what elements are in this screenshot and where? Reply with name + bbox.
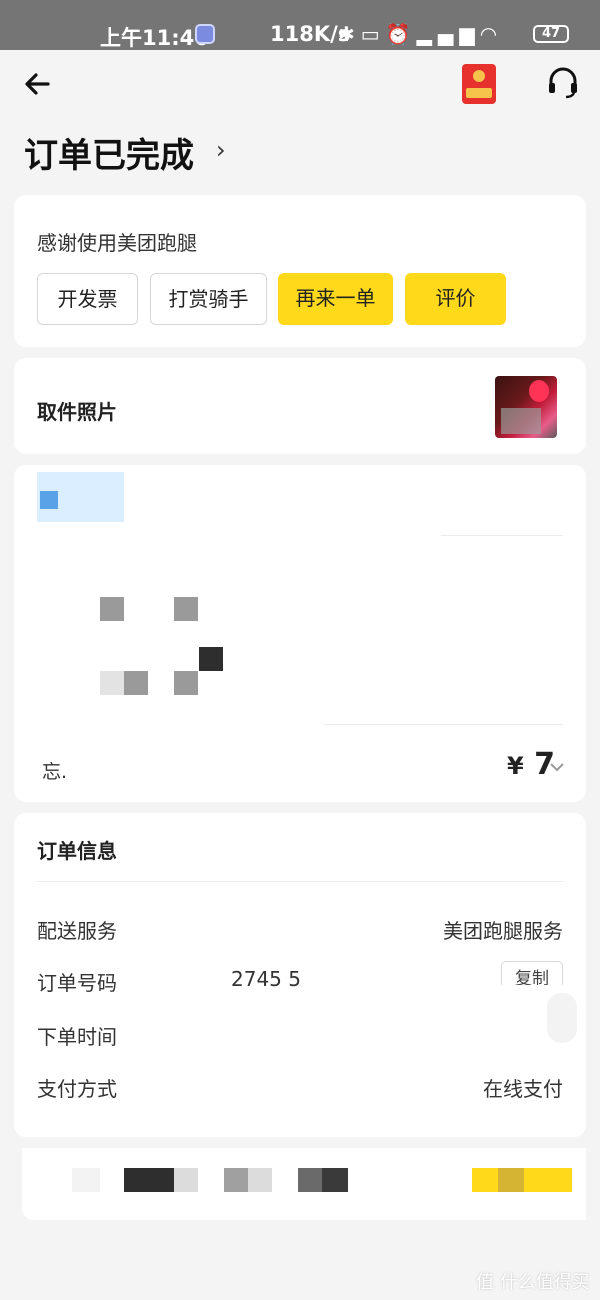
bottom-action-bar xyxy=(22,1148,586,1220)
obscured-region xyxy=(322,1168,348,1192)
order-number-label: 订单号码 xyxy=(37,971,117,995)
obscured-region xyxy=(298,1168,322,1192)
obscured-region xyxy=(248,1168,272,1192)
obscured-region xyxy=(174,1168,198,1192)
red-packet-icon[interactable] xyxy=(462,64,496,104)
payment-method-label: 支付方式 xyxy=(37,1077,117,1101)
battery-icon: 47 xyxy=(533,25,569,43)
delivery-service-label: 配送服务 xyxy=(37,919,117,943)
obscured-region xyxy=(199,647,223,671)
bluetooth-icon: ✱ xyxy=(338,22,361,46)
tip-rider-button[interactable]: 打赏骑手 xyxy=(150,273,267,325)
thanks-card: 感谢使用美团跑腿 开发票 打赏骑手 再来一单 评价 xyxy=(14,195,586,347)
thanks-message: 感谢使用美团跑腿 xyxy=(37,231,197,255)
status-time: 上午11:46 xyxy=(100,26,209,50)
copy-button[interactable]: 复制 xyxy=(501,961,563,985)
chevron-down-icon[interactable] xyxy=(548,758,566,776)
watermark: 值 什么值得买 xyxy=(476,1272,590,1293)
divider xyxy=(441,535,563,536)
obscured-region xyxy=(124,1168,174,1192)
pickup-photo-card[interactable]: 取件照片 xyxy=(14,358,586,454)
order-status-header[interactable]: 订单已完成 › xyxy=(24,128,226,176)
obscured-region xyxy=(174,597,198,621)
obscured-region xyxy=(72,1168,100,1192)
obscured-region xyxy=(100,671,124,695)
app-notification-icon xyxy=(195,24,215,44)
headset-icon[interactable] xyxy=(546,66,580,100)
order-number-value: 2745 5 xyxy=(231,967,301,991)
rate-button[interactable]: 评价 xyxy=(405,273,506,325)
pickup-photo-label: 取件照片 xyxy=(37,400,117,424)
back-arrow-icon[interactable] xyxy=(22,68,54,100)
order-time-label: 下单时间 xyxy=(37,1025,117,1049)
divider xyxy=(324,724,563,725)
status-icons: ✱▭⏰▂▄▆◠ xyxy=(338,22,502,46)
signal-icon: ▂▄▆ xyxy=(416,22,481,46)
obscured-region xyxy=(100,597,124,621)
divider xyxy=(37,881,563,882)
obscured-region xyxy=(40,491,58,509)
status-bar: 上午11:46 118K/s ✱▭⏰▂▄▆◠ 47 xyxy=(0,0,600,50)
currency-symbol: ¥ xyxy=(507,752,524,780)
obscured-region xyxy=(174,671,198,695)
chevron-right-icon: › xyxy=(216,136,226,164)
top-nav xyxy=(0,50,600,120)
reorder-button[interactable]: 再来一单 xyxy=(278,273,393,325)
obscured-region xyxy=(472,1168,500,1192)
obscured-region xyxy=(498,1168,524,1192)
obscured-region xyxy=(224,1168,248,1192)
pickup-photo-thumbnail[interactable] xyxy=(495,376,557,438)
delivery-details-card: 忘. ¥ 7 xyxy=(14,465,586,802)
obscured-region xyxy=(524,1168,572,1192)
total-label: 忘. xyxy=(42,761,68,783)
payment-method-value: 在线支付 xyxy=(483,1077,563,1101)
order-info-card: 订单信息 配送服务 美团跑腿服务 订单号码 2745 5 复制 下单时间 支付方… xyxy=(14,813,586,1137)
order-info-title: 订单信息 xyxy=(37,839,117,863)
obscured-region xyxy=(547,993,577,1043)
toggle-icon: ▭ xyxy=(360,22,386,46)
obscured-region xyxy=(124,671,148,695)
wifi-icon: ◠ xyxy=(480,22,503,46)
invoice-button[interactable]: 开发票 xyxy=(37,273,138,325)
alarm-icon: ⏰ xyxy=(385,22,417,46)
page-title: 订单已完成 xyxy=(24,136,194,176)
delivery-service-value: 美团跑腿服务 xyxy=(443,919,563,943)
